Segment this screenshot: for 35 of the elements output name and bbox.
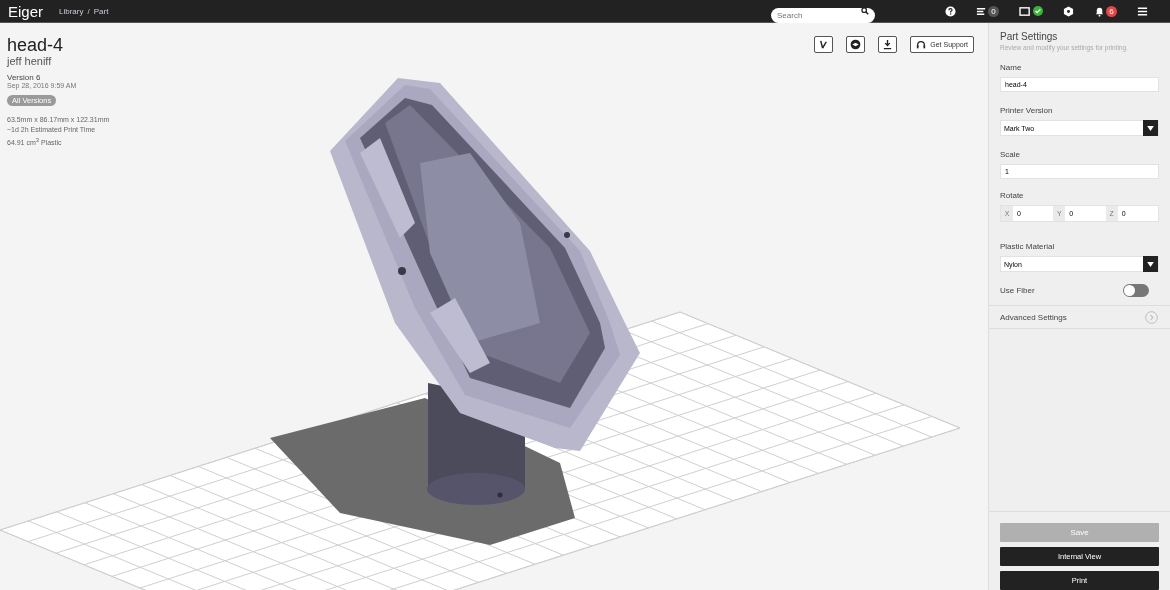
field-label: Printer Version: [1000, 106, 1054, 115]
part-title: head-4: [7, 35, 65, 55]
notification-count-badge: 6: [1106, 5, 1117, 17]
part-model-drawing[interactable]: [330, 78, 640, 505]
app-logo[interactable]: Eiger: [8, 2, 44, 20]
chevron-right-icon: [1145, 310, 1158, 324]
advanced-settings-row[interactable]: Advanced Settings: [989, 305, 1170, 329]
caret-icon: [1147, 261, 1154, 267]
version-label: Version 6: [7, 73, 42, 82]
use-fiber-toggle[interactable]: [1123, 284, 1149, 297]
download-icon: [882, 39, 894, 50]
part-owner: jeff heniff: [7, 55, 53, 67]
headset-icon: [916, 39, 927, 50]
field-label: Scale: [1000, 150, 1021, 159]
search-icon: [861, 7, 869, 15]
download-button[interactable]: [878, 36, 898, 53]
field-label: Name: [1000, 63, 1023, 72]
branch-tool-button[interactable]: [814, 36, 834, 53]
help-icon[interactable]: [945, 5, 956, 17]
field-label: Rotate: [1000, 191, 1025, 200]
field-label: Plastic Material: [1000, 242, 1056, 251]
queue-list-icon[interactable]: [976, 5, 987, 17]
layers-tool-button[interactable]: [846, 36, 866, 53]
menu-icon[interactable]: [1137, 5, 1148, 17]
search-field[interactable]: Search: [771, 7, 875, 23]
printer-status-icon[interactable]: [1019, 5, 1032, 17]
breadcrumb-link[interactable]: Library: [59, 6, 84, 16]
panel-title: Part Settings: [1000, 31, 1059, 42]
hexagon-icon[interactable]: [1063, 5, 1074, 17]
breadcrumb-separator: /: [87, 6, 90, 16]
queue-count-badge: 0: [988, 5, 999, 17]
caret-icon: [1147, 125, 1154, 131]
use-fiber-label: Use Fiber: [1000, 286, 1035, 295]
bell-icon[interactable]: [1094, 5, 1105, 17]
breadcrumb-link[interactable]: Part: [93, 6, 109, 16]
